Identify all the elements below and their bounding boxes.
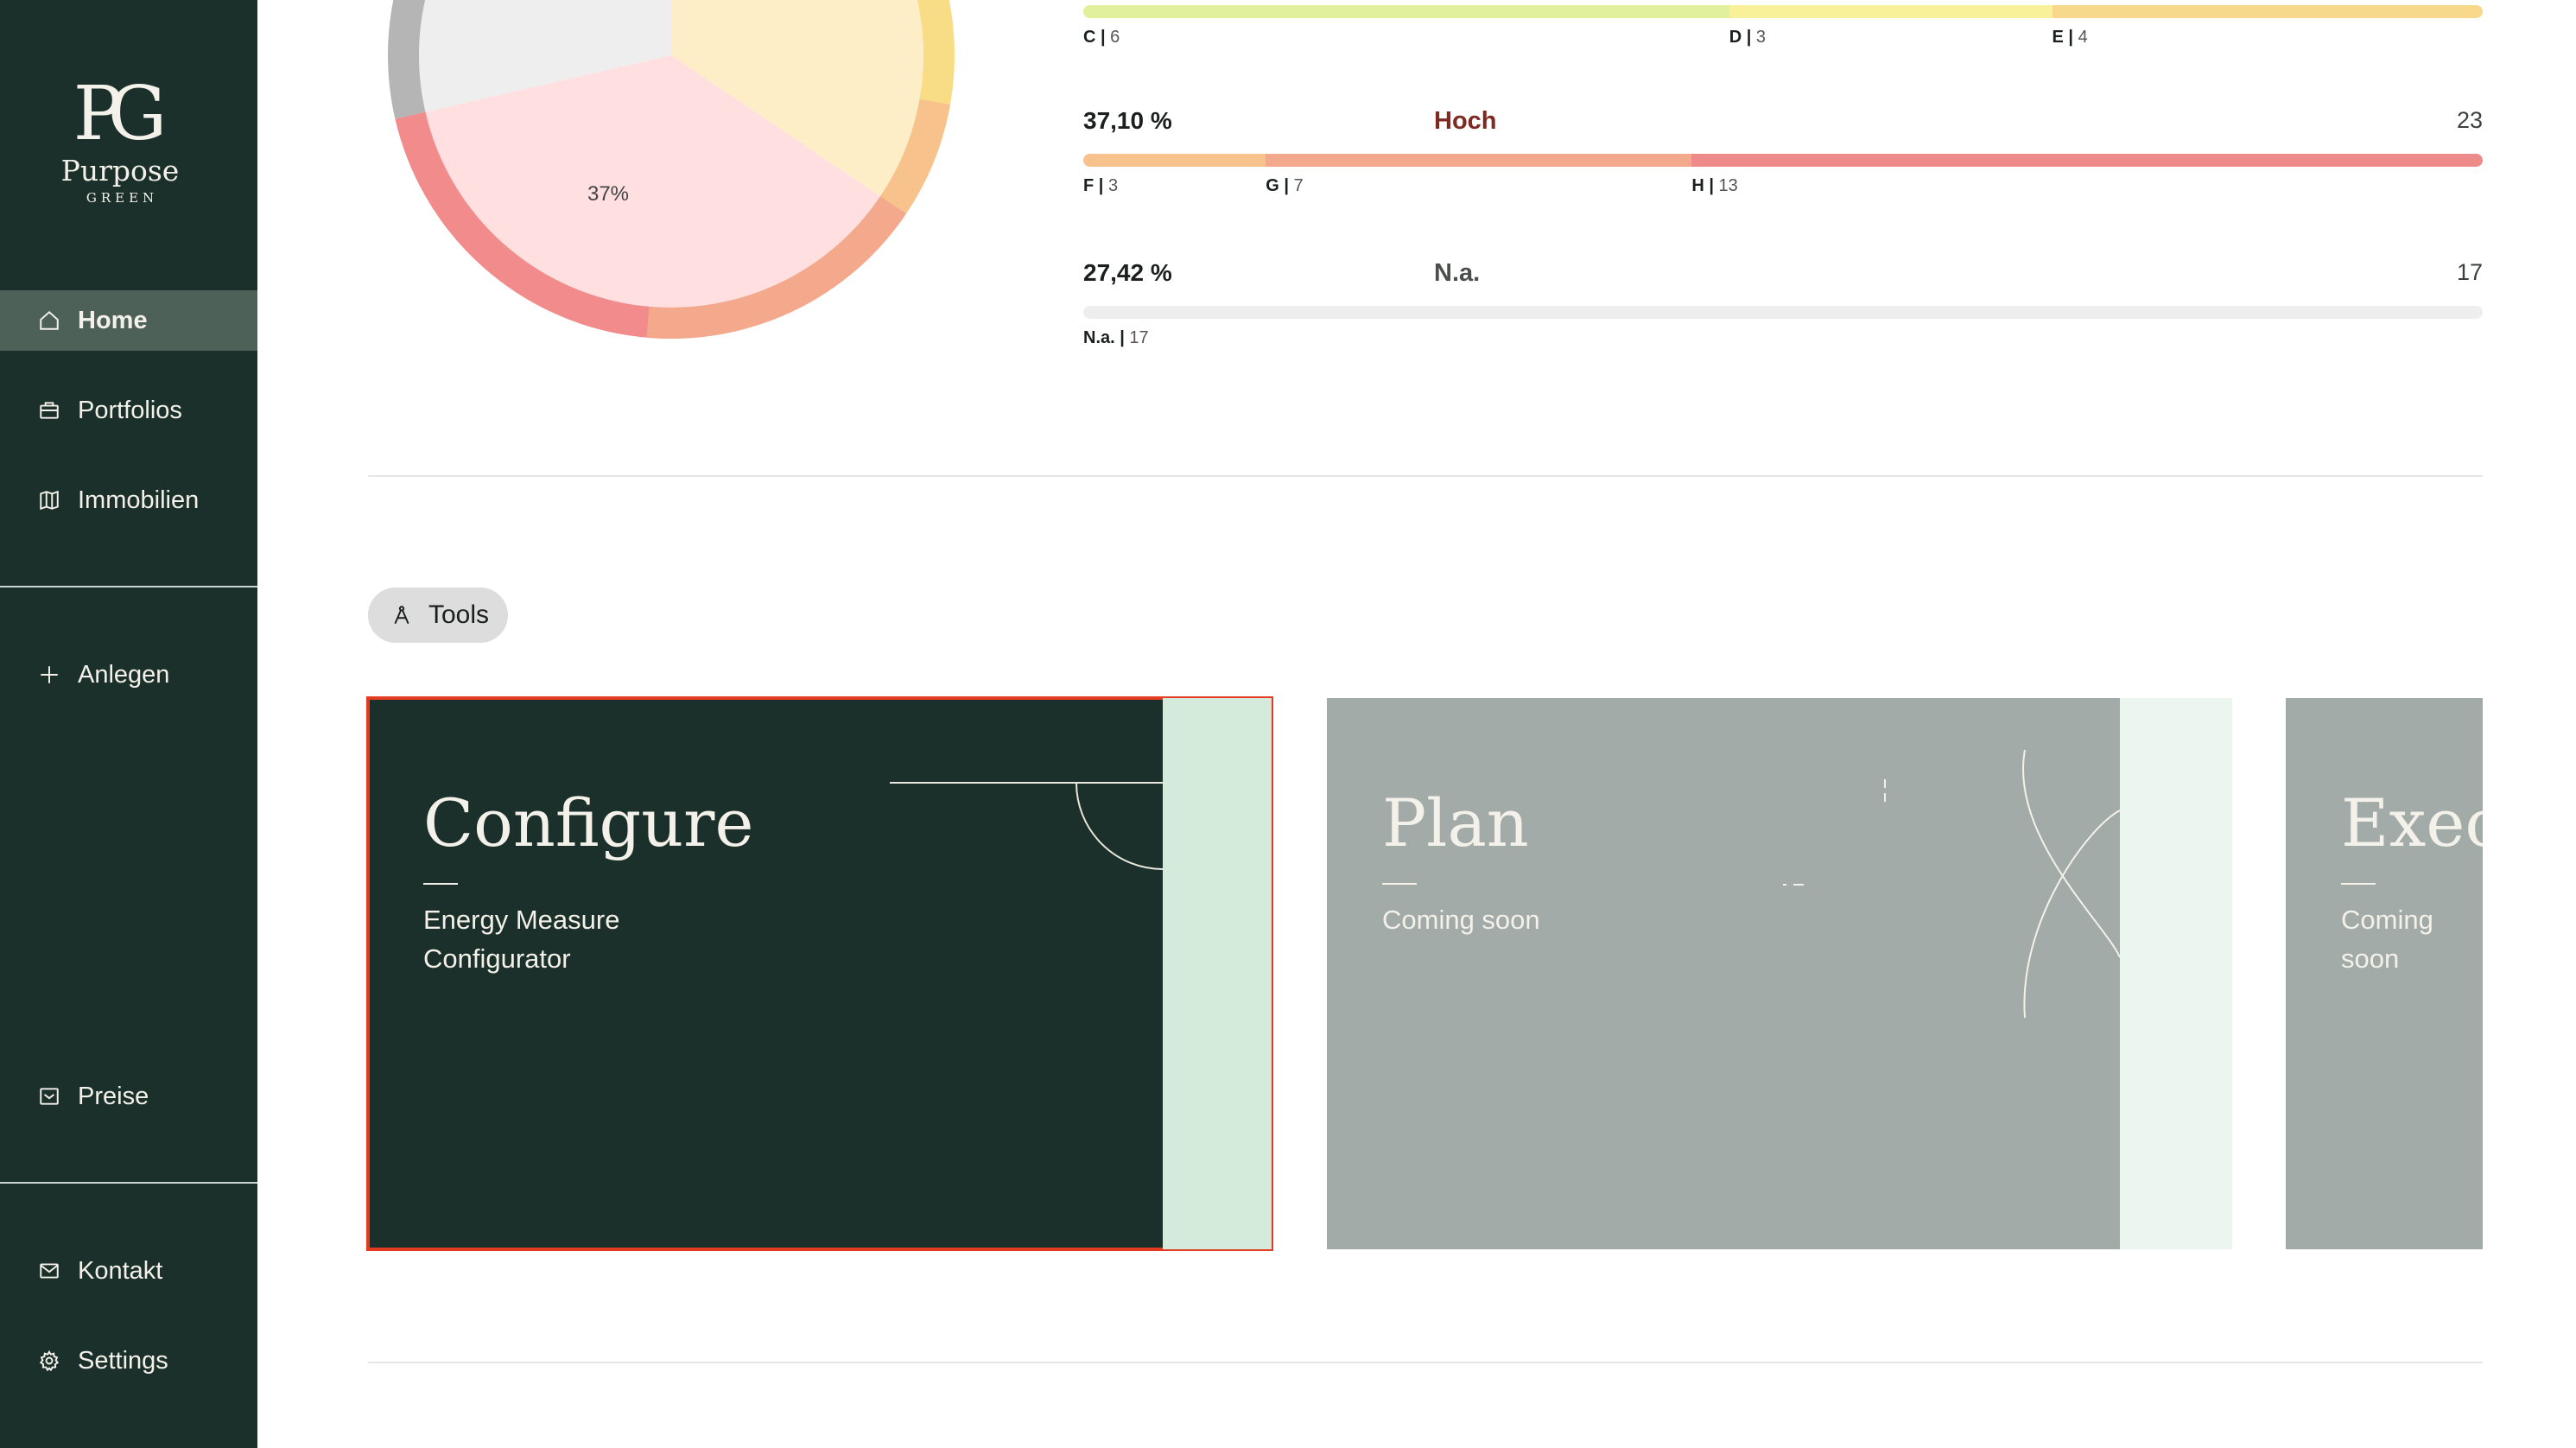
pie-slice-label: 37%: [587, 182, 629, 206]
sidebar-divider: [0, 586, 257, 587]
risk-segment-letter: G |: [1266, 176, 1294, 195]
sidebar-item-label: Home: [78, 306, 148, 334]
card-subtitle-line: Configurator: [423, 943, 571, 974]
briefcase-icon: [40, 402, 59, 419]
card-title: Plan: [1382, 784, 1529, 861]
risk-segment-count: 13: [1718, 176, 1738, 195]
risk-segment-count: 4: [2078, 28, 2088, 47]
risk-segment-count: 17: [1129, 328, 1149, 347]
risk-segment-label: E | 4: [2053, 28, 2088, 48]
sidebar-item-home[interactable]: Home: [0, 290, 257, 351]
section-divider: [368, 475, 2483, 477]
purpose-green-logo[interactable]: PG Purpose GREEN: [0, 73, 240, 206]
risk-segment-label: F | 3: [1083, 176, 1118, 196]
section-divider: [368, 1362, 2483, 1363]
card-title: Configure: [423, 784, 754, 861]
risk-segment-label: C | 6: [1083, 28, 1120, 48]
sidebar-item-immobilien[interactable]: Immobilien: [0, 470, 257, 530]
gear-icon: [39, 1350, 60, 1372]
risk-bar-segment[interactable]: [1083, 5, 1729, 18]
risk-row-label: Hoch: [1434, 107, 1497, 135]
mail-icon: [40, 1263, 59, 1279]
compass-icon: [394, 606, 409, 625]
sidebar-divider: [0, 1182, 257, 1184]
tool-card-configure[interactable]: Configure Energy Measure Configurator: [366, 696, 1273, 1251]
risk-segment-count: 3: [1755, 28, 1766, 47]
card-decoration: [1783, 749, 2121, 1019]
risk-bar-segment[interactable]: [1083, 154, 1266, 167]
tools-chip[interactable]: Tools: [368, 587, 509, 643]
tool-card-execute[interactable]: Execute Coming soon: [2286, 698, 2483, 1249]
risk-segment-label: D | 3: [1729, 28, 1766, 48]
risk-row-label: N.a.: [1434, 259, 1481, 287]
risk-segment-label: G | 7: [1266, 176, 1303, 196]
logo-tagline: GREEN: [86, 190, 159, 206]
risk-segment-count: 3: [1107, 176, 1119, 195]
risk-bar-segment[interactable]: [1266, 154, 1692, 167]
tools-chip-label: Tools: [428, 600, 490, 629]
risk-segment-letter: E |: [2052, 28, 2078, 47]
risk-segment-label: H | 13: [1691, 176, 1737, 196]
risk-bar-segment[interactable]: [1083, 306, 2483, 319]
plus-icon: [41, 666, 58, 683]
risk-bar-segment[interactable]: [1729, 5, 2053, 18]
logo-monogram: PG: [73, 71, 168, 157]
card-dash: [423, 883, 458, 885]
risk-row-count: 17: [2456, 259, 2483, 285]
card-subtitle: Energy Measure Configurator: [423, 900, 619, 978]
sidebar-item-label: Kontakt: [78, 1256, 163, 1285]
card-accent-strip: [1163, 698, 1272, 1249]
card-title: Execute: [2341, 784, 2483, 861]
card-subtitle: Coming soon: [1382, 905, 1540, 935]
pie-chart-svg: 21%37%: [388, 0, 955, 339]
price-tag-icon: [40, 1088, 59, 1105]
risk-row-count: 23: [2456, 107, 2483, 133]
sidebar-item-preise[interactable]: Preise: [0, 1066, 257, 1127]
risk-segment-letter: D |: [1729, 28, 1756, 47]
sidebar-item-anlegen[interactable]: Anlegen: [0, 645, 257, 705]
sidebar-item-label: Settings: [78, 1346, 168, 1375]
card-subtitle: Coming soon: [2341, 905, 2433, 974]
sidebar: PG Purpose GREEN Home Portfolios Immobil…: [0, 0, 257, 1448]
risk-row-percentage: 37,10 %: [1083, 107, 1172, 134]
risk-segment-count: 6: [1110, 28, 1120, 47]
sidebar-item-portfolios[interactable]: Portfolios: [0, 380, 257, 441]
risk-segment-count: 7: [1293, 176, 1304, 195]
risk-segment-letter: C |: [1083, 28, 1111, 47]
risk-pie-chart: 21%37%: [380, 0, 959, 354]
sidebar-item-label: Preise: [78, 1082, 149, 1110]
card-dash: [1382, 883, 1417, 885]
risk-row-percentage: 27,42 %: [1083, 259, 1172, 286]
risk-row-bar[interactable]: [1083, 5, 2483, 18]
card-dash: [2341, 883, 2376, 885]
risk-row-bar[interactable]: [1083, 306, 2483, 319]
sidebar-item-label: Anlegen: [78, 660, 170, 689]
risk-segment-letter: H |: [1691, 176, 1719, 195]
sidebar-item-settings[interactable]: Settings: [0, 1331, 257, 1391]
risk-segment-label: N.a. | 17: [1083, 328, 1149, 348]
risk-segment-letter: F |: [1083, 176, 1108, 195]
risk-row-bar[interactable]: [1083, 154, 2483, 167]
sidebar-item-kontakt[interactable]: Kontakt: [0, 1241, 257, 1301]
risk-segment-letter: N.a. |: [1083, 328, 1130, 347]
risk-bar-segment[interactable]: [2052, 5, 2483, 18]
tool-card-plan[interactable]: Plan Coming soon: [1327, 698, 2232, 1249]
card-subtitle-line: Energy Measure: [423, 905, 620, 935]
risk-bar-segment[interactable]: [1691, 154, 2483, 167]
map-icon: [40, 490, 59, 511]
logo-name: Purpose: [60, 154, 180, 187]
sidebar-item-label: Immobilien: [78, 486, 200, 514]
home-icon: [40, 310, 59, 330]
sidebar-item-label: Portfolios: [78, 396, 182, 424]
